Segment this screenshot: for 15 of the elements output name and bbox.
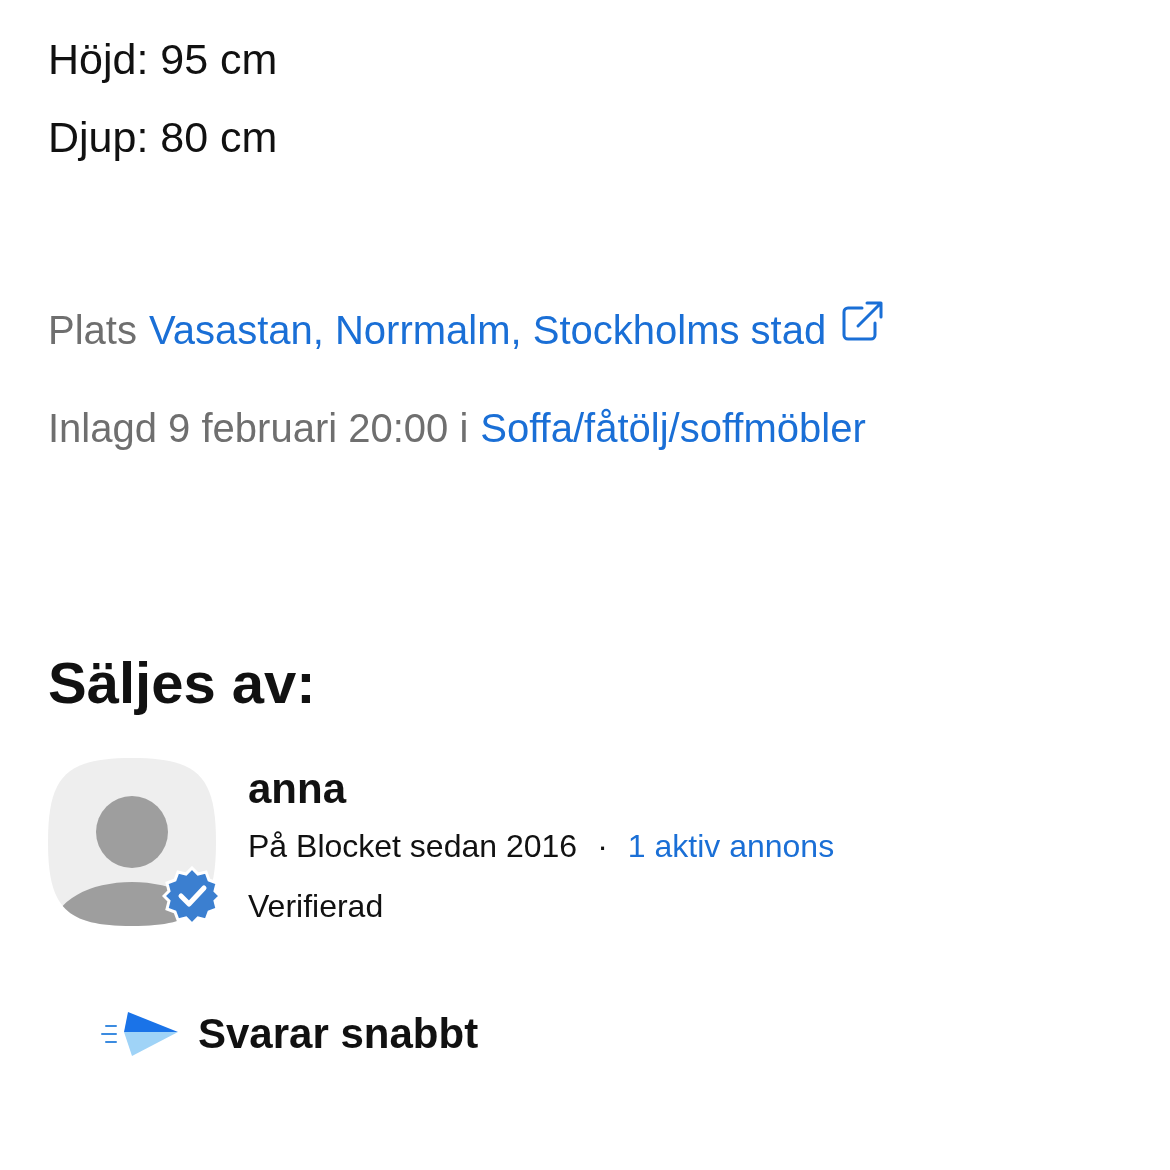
location-link[interactable]: Vasastan, Norrmalm, Stockholms stad	[148, 307, 827, 353]
response-badge-label: Svarar snabbt	[198, 1010, 479, 1058]
external-link-icon[interactable]	[840, 299, 885, 343]
posted-date: Inlagd 9 februari 20:00 i	[48, 405, 469, 451]
active-ads-link[interactable]: 1 aktiv annons	[627, 816, 835, 876]
spec-text: Höjd: 95 cm	[48, 34, 279, 85]
paper-plane-icon	[100, 1010, 180, 1058]
seller-name: anna	[248, 764, 348, 814]
category-link[interactable]: Soffa/fåtölj/soffmöbler	[480, 405, 866, 451]
separator-dot: ·	[596, 827, 609, 866]
location-label: Plats	[48, 307, 137, 353]
member-since: På Blocket sedan 2016	[248, 827, 578, 866]
spec-text: Djup: 80 cm	[48, 112, 279, 163]
seller-heading: Säljes av:	[48, 649, 317, 717]
verified-label: Verifierad	[248, 887, 385, 926]
